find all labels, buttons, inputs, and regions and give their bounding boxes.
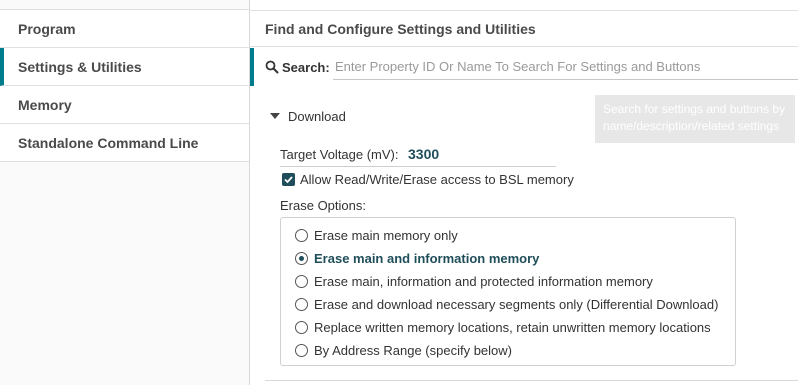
search-tooltip: Search for settings and buttons by name/… — [595, 95, 795, 143]
sidebar-item-settings-utilities[interactable]: Settings & Utilities — [0, 48, 249, 86]
radio-button[interactable] — [295, 228, 308, 242]
sidebar-item-standalone-command-line[interactable]: Standalone Command Line — [0, 124, 249, 162]
radio-label: By Address Range (specify below) — [314, 342, 512, 358]
bsl-access-checkbox[interactable] — [282, 173, 295, 186]
target-voltage-label: Target Voltage (mV): — [280, 147, 399, 162]
bsl-access-label: Allow Read/Write/Erase access to BSL mem… — [300, 172, 574, 187]
radio-label: Erase main, information and protected in… — [314, 273, 653, 289]
sidebar-item-program[interactable]: Program — [0, 10, 249, 48]
radio-button-selected[interactable] — [295, 251, 308, 265]
sidebar-item-label: Memory — [18, 96, 72, 113]
target-voltage-underline — [280, 166, 556, 167]
erase-options-group: Erase main memory only Erase main and in… — [280, 217, 736, 366]
radio-button[interactable] — [295, 274, 308, 288]
search-bar: Search: — [250, 48, 798, 86]
sidebar: Program Settings & Utilities Memory Stan… — [0, 0, 249, 385]
sidebar-item-label: Settings & Utilities — [18, 58, 142, 75]
checkmark-icon — [284, 176, 293, 184]
radio-label: Replace written memory locations, retain… — [314, 319, 711, 335]
page-title: Find and Configure Settings and Utilitie… — [250, 10, 798, 47]
sidebar-item-label: Standalone Command Line — [18, 134, 199, 151]
caret-down-icon — [270, 113, 280, 119]
erase-option-replace-written[interactable]: Replace written memory locations, retain… — [295, 318, 711, 336]
erase-option-differential[interactable]: Erase and download necessary segments on… — [295, 295, 718, 313]
erase-option-main-only[interactable]: Erase main memory only — [295, 226, 458, 244]
search-icon — [265, 60, 279, 74]
target-voltage-field[interactable]: 3300 — [408, 146, 439, 162]
search-input[interactable] — [333, 53, 798, 80]
erase-options-label: Erase Options: — [280, 198, 366, 213]
radio-button[interactable] — [295, 297, 308, 311]
search-label: Search: — [282, 59, 330, 75]
erase-option-main-and-info[interactable]: Erase main and information memory — [295, 249, 539, 267]
section-download-toggle[interactable]: Download — [270, 107, 346, 125]
radio-label: Erase main and information memory — [314, 250, 540, 266]
section-divider — [265, 380, 798, 381]
radio-label: Erase and download necessary segments on… — [314, 296, 719, 312]
erase-option-address-range[interactable]: By Address Range (specify below) — [295, 341, 512, 359]
radio-button[interactable] — [295, 343, 308, 357]
sidebar-item-label: Program — [18, 20, 76, 37]
bsl-access-checkbox-row[interactable]: Allow Read/Write/Erase access to BSL mem… — [282, 172, 574, 187]
radio-label: Erase main memory only — [314, 227, 458, 243]
radio-button[interactable] — [295, 320, 308, 334]
sidebar-item-memory[interactable]: Memory — [0, 86, 249, 124]
erase-option-main-info-protected[interactable]: Erase main, information and protected in… — [295, 272, 653, 290]
section-title: Download — [288, 108, 346, 124]
